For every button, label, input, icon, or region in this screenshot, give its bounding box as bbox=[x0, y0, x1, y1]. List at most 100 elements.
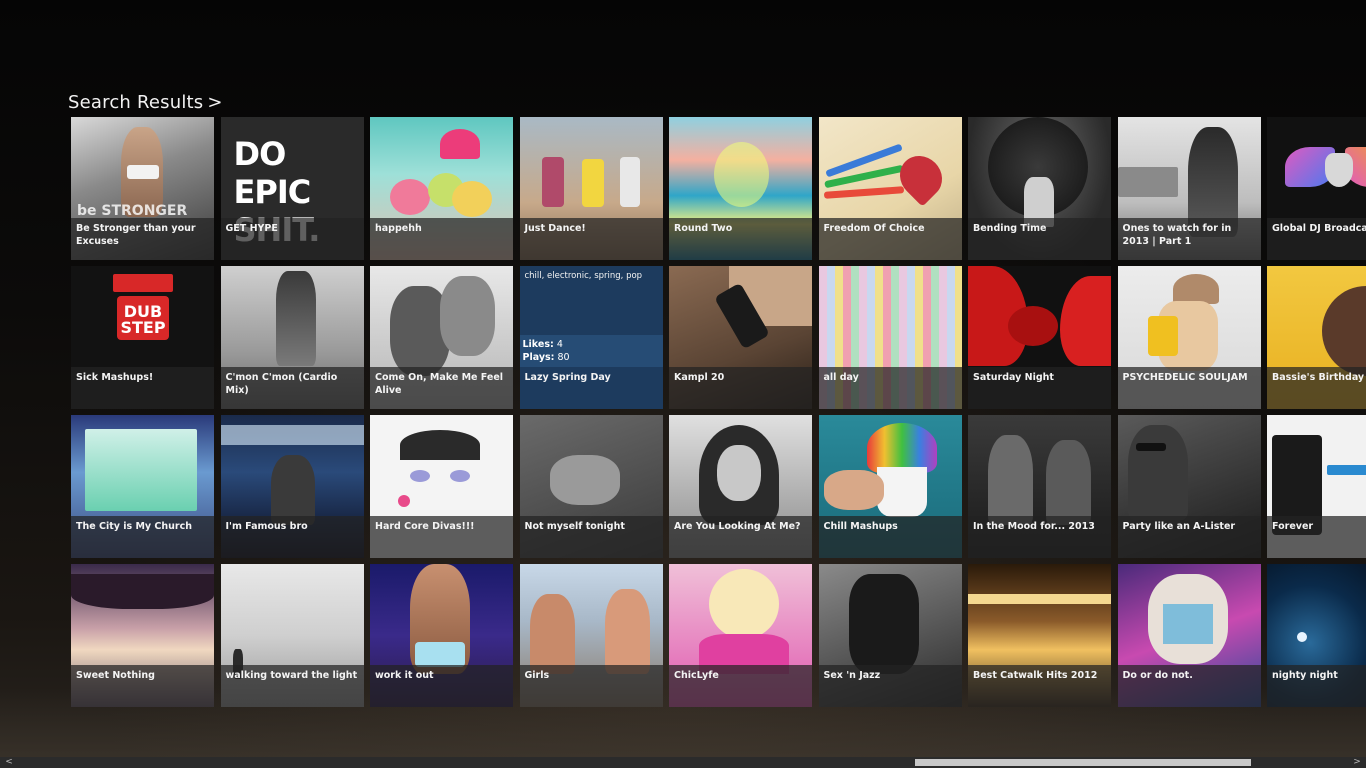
playlist-tile[interactable]: ChicLyfe bbox=[669, 564, 812, 707]
playlist-tile[interactable]: Sweet Nothing bbox=[71, 564, 214, 707]
playlist-tile[interactable]: chill, electronic, spring, pop Likes: 4 Pl… bbox=[519, 266, 663, 409]
playlist-title: PSYCHEDELIC SOULJAM bbox=[1117, 367, 1261, 409]
playlist-title: GET HYPE bbox=[220, 218, 364, 260]
playlist-title: Best Catwalk Hits 2012 bbox=[968, 665, 1111, 707]
cover-art-shape bbox=[1117, 167, 1178, 197]
playlist-tile[interactable]: be STRONGER Be Stronger than your Excuses bbox=[71, 117, 214, 260]
cover-art-shape bbox=[1060, 276, 1111, 366]
playlist-tile[interactable]: Saturday Night bbox=[968, 266, 1111, 409]
cover-art-shape bbox=[1325, 153, 1353, 187]
playlist-title: Hard Core Divas!!! bbox=[370, 516, 513, 558]
playlist-title: nighty night bbox=[1267, 665, 1366, 707]
cover-art-shape bbox=[113, 274, 173, 292]
playlist-tile[interactable]: Party like an A-Lister bbox=[1117, 415, 1261, 558]
playlist-tile[interactable]: Just Dance! bbox=[519, 117, 663, 260]
playlist-tile[interactable]: Are You Looking At Me? bbox=[669, 415, 812, 558]
cover-art-shape bbox=[452, 181, 492, 217]
cover-art-shape bbox=[709, 569, 779, 639]
playlist-title: Girls bbox=[519, 665, 663, 707]
cover-art-shape bbox=[415, 642, 465, 667]
playlist-tile[interactable]: nighty night bbox=[1267, 564, 1366, 707]
cover-art-shape bbox=[127, 165, 159, 179]
cover-art-shape bbox=[714, 142, 769, 207]
cover-art-shape bbox=[270, 455, 315, 525]
cover-art-shape bbox=[71, 574, 214, 609]
likes-label: Likes: bbox=[522, 339, 554, 350]
cover-art-shape bbox=[398, 495, 410, 507]
cover-art-shape bbox=[1327, 465, 1366, 475]
playlist-title: Round Two bbox=[669, 218, 812, 260]
cover-art-shape bbox=[1127, 425, 1188, 520]
playlist-tile[interactable]: Sex 'n Jazz bbox=[818, 564, 962, 707]
cover-art-shape bbox=[581, 159, 604, 207]
playlist-tile[interactable]: Freedom Of Choice bbox=[818, 117, 962, 260]
cover-art-shape bbox=[1297, 632, 1307, 642]
playlist-tile[interactable]: happehh bbox=[370, 117, 513, 260]
cover-art-shape bbox=[400, 430, 480, 460]
playlist-title: Not myself tonight bbox=[519, 516, 663, 558]
playlist-title: The City is My Church bbox=[71, 516, 214, 558]
playlist-tile[interactable]: Round Two bbox=[669, 117, 812, 260]
chevron-right-icon: > bbox=[207, 92, 223, 113]
playlist-title: Do or do not. bbox=[1117, 665, 1261, 707]
playlist-tile[interactable]: Girls bbox=[519, 564, 663, 707]
cover-art-shape bbox=[541, 157, 564, 207]
scrollbar-thumb[interactable] bbox=[915, 759, 1251, 766]
playlist-tile[interactable]: Come On, Make Me Feel Alive bbox=[370, 266, 513, 409]
cover-art-shape bbox=[529, 594, 575, 674]
playlist-tile[interactable]: DO EPIC SHIT.GET HYPE bbox=[220, 117, 364, 260]
playlist-title: Saturday Night bbox=[968, 367, 1111, 409]
playlist-tile[interactable]: Kampl 20 bbox=[669, 266, 812, 409]
cover-art-shape bbox=[823, 470, 884, 510]
playlist-title: Global DJ Broadcast bbox=[1267, 218, 1366, 260]
cover-art-shape bbox=[604, 589, 650, 674]
plays-count: 80 bbox=[557, 352, 570, 363]
cover-art-shape bbox=[410, 470, 430, 482]
scroll-right-icon[interactable]: > bbox=[1350, 757, 1364, 768]
cover-art-shape bbox=[1322, 286, 1366, 376]
cover-art-shape bbox=[85, 429, 197, 511]
playlist-tile[interactable]: Bending Time bbox=[968, 117, 1111, 260]
cover-art-shape bbox=[220, 425, 364, 445]
cover-art-shape bbox=[876, 467, 927, 517]
playlist-tile[interactable]: Global DJ Broadcast bbox=[1267, 117, 1366, 260]
playlist-title: Sweet Nothing bbox=[71, 665, 214, 707]
playlist-stats: Likes: 4 Plays: 80 bbox=[519, 335, 663, 367]
playlist-title: walking toward the light bbox=[220, 665, 364, 707]
playlist-tile[interactable]: The City is My Church bbox=[71, 415, 214, 558]
playlist-title: Chill Mashups bbox=[818, 516, 962, 558]
playlist-title: Lazy Spring Day bbox=[519, 367, 663, 409]
playlist-tile[interactable]: all day bbox=[818, 266, 962, 409]
playlist-tile[interactable]: Bassie's Birthday M bbox=[1267, 266, 1366, 409]
cover-art-shape bbox=[988, 435, 1033, 525]
playlist-title: C'mon C'mon (Cardio Mix) bbox=[220, 367, 364, 409]
playlist-tile[interactable]: Best Catwalk Hits 2012 bbox=[968, 564, 1111, 707]
page-title[interactable]: Search Results > bbox=[68, 92, 223, 113]
playlist-tile[interactable]: C'mon C'mon (Cardio Mix) bbox=[220, 266, 364, 409]
cover-art-shape bbox=[1172, 274, 1219, 304]
cover-art-shape bbox=[275, 271, 316, 366]
playlist-tile[interactable]: work it out bbox=[370, 564, 513, 707]
cover-art-shape bbox=[549, 455, 620, 505]
results-grid: be STRONGER Be Stronger than your Excuses… bbox=[71, 117, 1366, 707]
scroll-left-icon[interactable]: < bbox=[2, 757, 16, 768]
playlist-tile[interactable]: Hard Core Divas!!! bbox=[370, 415, 513, 558]
playlist-tile[interactable]: Forever bbox=[1267, 415, 1366, 558]
playlist-tile[interactable]: Do or do not. bbox=[1117, 564, 1261, 707]
playlist-title: work it out bbox=[370, 665, 513, 707]
playlist-tile[interactable]: Chill Mashups bbox=[818, 415, 962, 558]
cover-art-shape bbox=[866, 423, 937, 473]
horizontal-scrollbar[interactable]: < > bbox=[0, 757, 1366, 768]
cover-overlay-text: be STRONGER bbox=[77, 203, 188, 219]
playlist-title: happehh bbox=[370, 218, 513, 260]
playlist-tile[interactable]: walking toward the light bbox=[220, 564, 364, 707]
playlist-title: Bassie's Birthday M bbox=[1267, 367, 1366, 409]
playlist-title: Just Dance! bbox=[519, 218, 663, 260]
playlist-tile[interactable]: PSYCHEDELIC SOULJAM bbox=[1117, 266, 1261, 409]
playlist-tile[interactable]: Ones to watch for in 2013 | Part 1 bbox=[1117, 117, 1261, 260]
playlist-tile[interactable]: Not myself tonight bbox=[519, 415, 663, 558]
playlist-title: In the Mood for... 2013 bbox=[968, 516, 1111, 558]
playlist-tile[interactable]: I'm Famous bro bbox=[220, 415, 364, 558]
playlist-tile[interactable]: DUB STEP Sick Mashups! bbox=[71, 266, 214, 409]
playlist-tile[interactable]: In the Mood for... 2013 bbox=[968, 415, 1111, 558]
